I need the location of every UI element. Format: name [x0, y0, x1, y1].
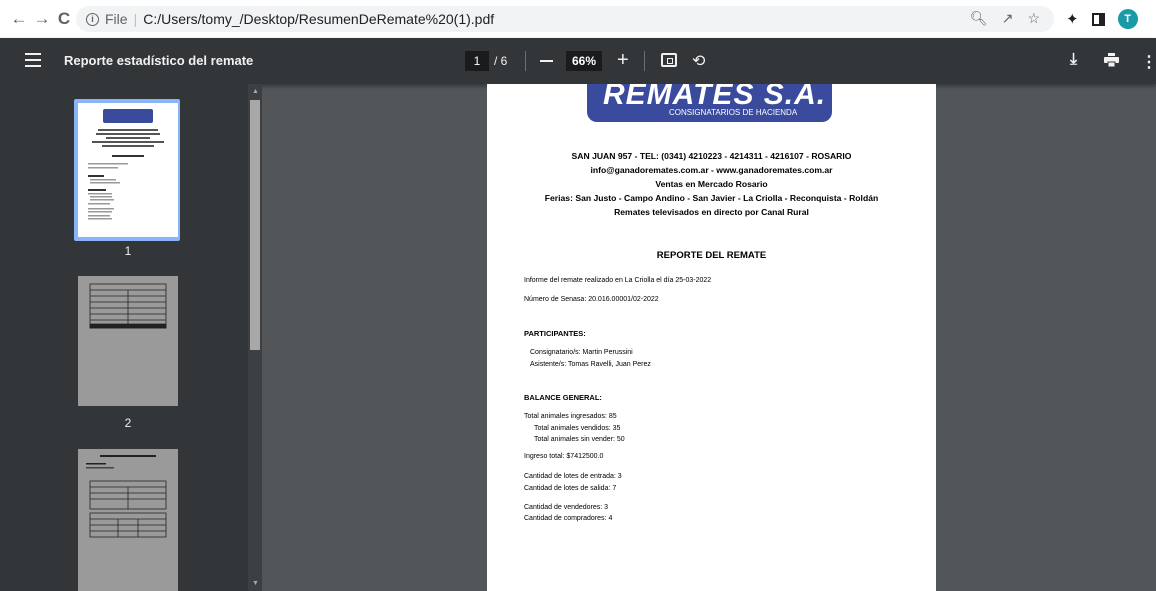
company-logo: REMATES S.A. CONSIGNATARIOS DE HACIENDA	[587, 84, 832, 122]
sidebar-scrollbar[interactable]: ▲ ▼	[248, 84, 262, 591]
asistente-text: Asistente/s: Tomas Ravelli, Juan Perez	[530, 361, 651, 368]
document-title: Reporte estadístico del remate	[64, 53, 254, 68]
header-line: info@ganadoremates.com.ar - www.ganadore…	[590, 165, 833, 175]
side-panel-icon[interactable]	[1091, 12, 1105, 26]
toolbar-divider	[644, 51, 645, 71]
hamburger-menu-icon[interactable]	[25, 53, 41, 67]
consignatario-text: Consignatario/s: Martin Perussini	[530, 349, 633, 356]
page-thumbnail-3[interactable]	[78, 449, 178, 591]
scrollbar-thumb[interactable]	[250, 100, 260, 350]
bookmark-star-icon[interactable]: ☆	[1027, 10, 1040, 27]
scroll-up-arrow-icon[interactable]: ▲	[252, 88, 259, 95]
thumbnail-sidebar: 1 2	[0, 84, 262, 591]
balance-heading: BALANCE GENERAL:	[524, 393, 602, 402]
thumbnail-label: 2	[124, 416, 132, 430]
thumbnail-preview	[86, 455, 167, 538]
page-number-input[interactable]: 1	[465, 51, 489, 71]
zoom-in-icon[interactable]: +	[617, 50, 629, 70]
forward-arrow-icon[interactable]: →	[31, 8, 53, 30]
ingreso-total-text: Ingreso total: $7412500.0	[524, 453, 604, 460]
senasa-text: Número de Senasa: 20.016.00001/02-2022	[524, 296, 659, 303]
pdf-page: REMATES S.A. CONSIGNATARIOS DE HACIENDA …	[487, 84, 936, 591]
more-options-icon[interactable]: ⋮	[1141, 52, 1156, 72]
lotes-salida-text: Cantidad de lotes de salida: 7	[524, 485, 617, 492]
lotes-entrada-text: Cantidad de lotes de entrada: 3	[524, 473, 622, 480]
total-ingresados-text: Total animales ingresados: 85	[524, 413, 617, 420]
participantes-heading: PARTICIPANTES:	[524, 329, 586, 338]
total-vendidos-text: Total animales vendidos: 35	[534, 425, 621, 432]
scroll-down-arrow-icon[interactable]: ▼	[252, 580, 259, 587]
informe-text: Informe del remate realizado en La Criol…	[524, 277, 712, 284]
zoom-input[interactable]: 66%	[566, 51, 602, 71]
thumbnail-preview	[89, 283, 167, 329]
vendedores-text: Cantidad de vendedores: 3	[524, 504, 609, 511]
fit-to-page-icon[interactable]	[661, 53, 677, 67]
info-icon[interactable]: i	[86, 12, 99, 26]
logo-subtitle: CONSIGNATARIOS DE HACIENDA	[669, 108, 798, 117]
address-bar[interactable]: i File | C:/Users/tomy_/Desktop/ResumenD…	[76, 6, 1054, 32]
url-text: C:/Users/tomy_/Desktop/ResumenDeRemate%2…	[143, 11, 495, 27]
thumbnail-preview	[88, 109, 164, 220]
zoom-out-icon[interactable]	[540, 60, 553, 62]
pdf-toolbar: Reporte estadístico del remate 1 / 6 66%…	[0, 38, 1156, 84]
rotate-icon[interactable]: ⟲	[692, 51, 705, 71]
total-sin-vender-text: Total animales sin vender: 50	[534, 436, 625, 443]
header-line: SAN JUAN 957 - TEL: (0341) 4210223 - 421…	[571, 151, 852, 161]
profile-avatar[interactable]: T	[1117, 9, 1138, 29]
share-icon[interactable]: ↗	[1002, 10, 1014, 27]
page-thumbnail-2[interactable]	[78, 276, 178, 406]
header-line: Ferias: San Justo - Campo Andino - San J…	[544, 193, 879, 203]
header-line: Ventas en Mercado Rosario	[655, 179, 768, 189]
reload-icon[interactable]: C	[53, 8, 75, 30]
page-thumbnail-1[interactable]	[78, 103, 178, 237]
page-total: / 6	[494, 54, 508, 68]
back-arrow-icon[interactable]: ←	[8, 8, 30, 30]
url-scheme: File	[105, 11, 128, 27]
print-icon[interactable]	[1104, 53, 1119, 67]
report-title: REPORTE DEL REMATE	[656, 250, 767, 261]
download-icon[interactable]: ⤓	[1070, 51, 1077, 69]
zoom-icon[interactable]: 🔍︎	[970, 10, 988, 27]
thumbnail-label: 1	[124, 244, 132, 258]
url-separator: |	[133, 11, 138, 27]
toolbar-divider	[525, 51, 526, 71]
browser-toolbar: ← → C i File | C:/Users/tomy_/Desktop/Re…	[0, 0, 1156, 38]
header-line: Remates televisados en directo por Canal…	[614, 207, 809, 217]
extensions-puzzle-icon[interactable]: ✦	[1066, 10, 1079, 28]
compradores-text: Cantidad de compradores: 4	[524, 515, 613, 522]
